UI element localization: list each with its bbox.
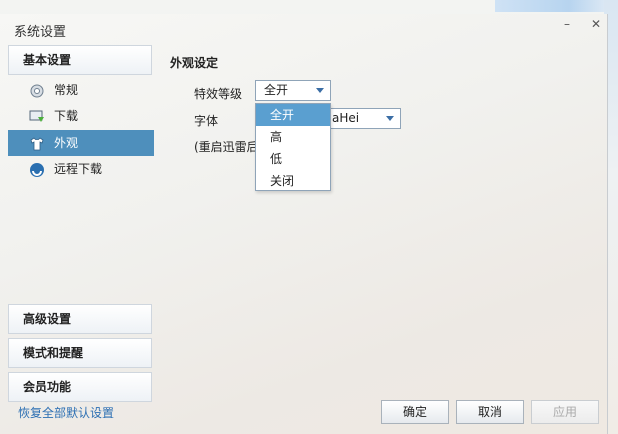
background-window-strip	[495, 0, 618, 12]
restore-defaults-link[interactable]: 恢复全部默认设置	[18, 404, 114, 421]
gear-icon	[29, 82, 45, 98]
minimize-button[interactable]: –	[555, 15, 579, 33]
restart-note: (重启迅雷后	[194, 140, 259, 154]
sidebar-group-mode-reminder[interactable]: 模式和提醒	[8, 338, 152, 368]
section-title: 外观设定	[170, 56, 219, 70]
ok-button[interactable]: 确定	[381, 400, 449, 424]
sidebar-item-label: 外观	[54, 136, 79, 150]
option-full[interactable]: 全开	[256, 104, 330, 126]
option-off[interactable]: 关闭	[256, 170, 330, 192]
sidebar-item-label: 常规	[54, 83, 79, 97]
option-low[interactable]: 低	[256, 148, 330, 170]
cancel-button[interactable]: 取消	[456, 400, 524, 424]
sidebar-item-download[interactable]: 下载	[8, 103, 154, 129]
option-high[interactable]: 高	[256, 126, 330, 148]
font-value: aHei	[332, 111, 360, 125]
sidebar: 基本设置 常规 下载 外观 远程下载 高级设置 模式和提醒 会员功能	[8, 44, 154, 406]
sidebar-group-basic[interactable]: 基本设置	[8, 45, 152, 75]
shirt-icon	[29, 135, 45, 151]
font-label: 字体	[194, 114, 219, 128]
chevron-down-icon	[316, 88, 324, 93]
settings-dialog: 系统设置 – ✕ 基本设置 常规 下载 外观 远程下载 高级设置 模式和提醒 会…	[0, 14, 608, 434]
sidebar-item-appearance[interactable]: 外观	[8, 130, 154, 156]
sidebar-group-advanced[interactable]: 高级设置	[8, 304, 152, 334]
effect-level-value: 全开	[264, 83, 289, 97]
download-icon	[29, 108, 45, 124]
sidebar-item-general[interactable]: 常规	[8, 77, 154, 103]
apply-button[interactable]: 应用	[531, 400, 599, 424]
effect-level-dropdown: 全开 高 低 关闭	[255, 103, 331, 191]
effect-level-label: 特效等级	[194, 87, 243, 101]
chevron-down-icon	[386, 116, 394, 121]
remote-download-icon	[29, 161, 45, 177]
sidebar-group-member[interactable]: 会员功能	[8, 372, 152, 402]
effect-level-select[interactable]: 全开	[255, 80, 331, 101]
sidebar-item-label: 远程下载	[54, 162, 103, 176]
dialog-title: 系统设置	[14, 25, 67, 40]
sidebar-item-label: 下载	[54, 109, 79, 123]
sidebar-item-remote-download[interactable]: 远程下载	[8, 156, 154, 182]
title-bar: 系统设置 – ✕	[0, 14, 607, 44]
close-button[interactable]: ✕	[584, 15, 608, 33]
